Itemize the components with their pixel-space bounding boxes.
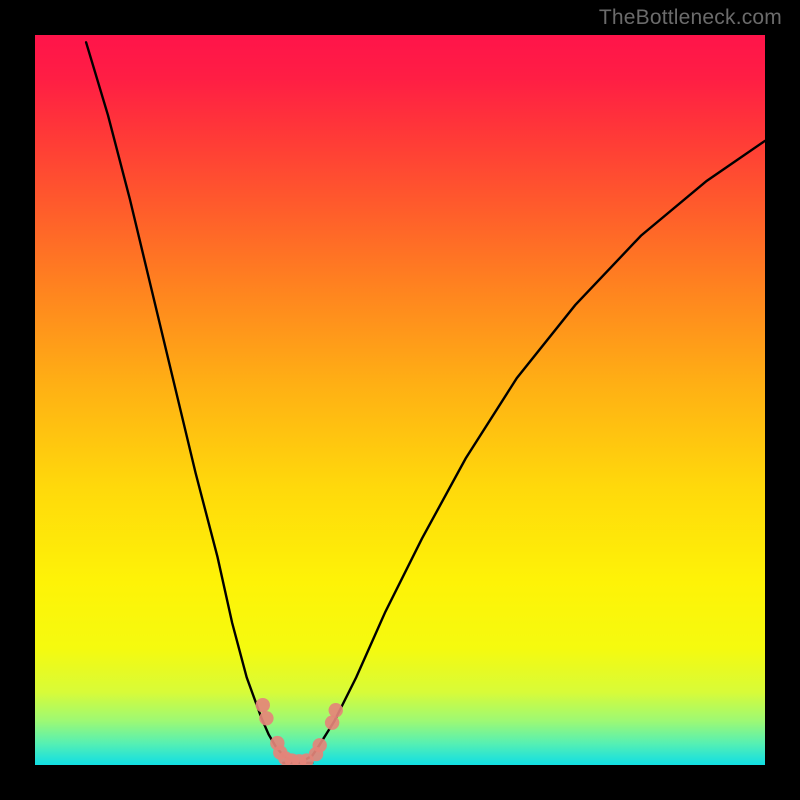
curve-right-curve	[305, 141, 765, 760]
curve-svg	[35, 35, 765, 765]
highlight-dot	[256, 698, 270, 712]
highlight-dot	[325, 715, 339, 729]
plot-area	[35, 35, 765, 765]
curve-left-curve	[86, 42, 290, 760]
highlight-dot	[259, 711, 273, 725]
chart-container: TheBottleneck.com	[0, 0, 800, 800]
highlight-dot	[313, 738, 327, 752]
highlight-dot	[329, 703, 343, 717]
watermark-text: TheBottleneck.com	[599, 6, 782, 30]
